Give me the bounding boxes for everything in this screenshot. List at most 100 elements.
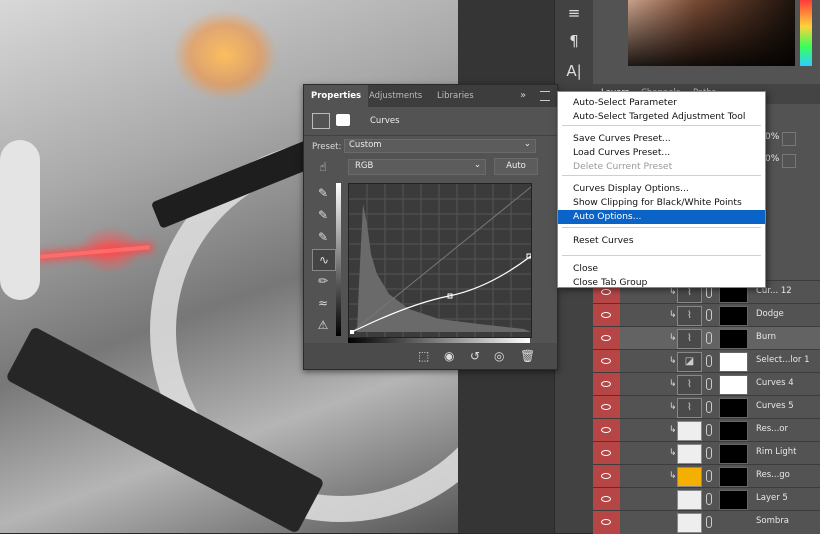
layer-mask-thumbnail[interactable] — [719, 398, 748, 418]
pencil-icon[interactable]: ✏ — [312, 271, 334, 291]
adjustment-thumbnail-icon[interactable]: ⌇ — [677, 306, 702, 326]
menu-item[interactable]: Auto-Select Targeted Adjustment Tool — [558, 110, 765, 124]
eye-icon[interactable] — [593, 327, 620, 350]
link-icon[interactable] — [706, 309, 712, 321]
clip-to-layer-icon[interactable]: ⬚ — [418, 349, 429, 363]
eye-icon[interactable] — [593, 350, 620, 373]
adjustment-thumbnail-icon[interactable]: ⌇ — [677, 375, 702, 395]
opacity-value[interactable]: 0% — [765, 132, 779, 142]
adjustment-thumbnail-icon[interactable]: ⌇ — [677, 398, 702, 418]
eyedropper-gray-icon[interactable]: ✎ — [312, 205, 334, 225]
trash-icon[interactable]: 🗑 — [520, 349, 535, 363]
tab-libraries[interactable]: Libraries — [430, 85, 481, 107]
menu-item[interactable]: Load Curves Preset... — [558, 146, 765, 160]
menu-item[interactable]: Show Clipping for Black/White Points — [558, 196, 765, 210]
eye-icon[interactable] — [593, 373, 620, 396]
fill-dropdown[interactable] — [782, 154, 796, 168]
view-previous-icon[interactable]: ◉ — [444, 349, 454, 363]
layer-row[interactable]: ↳ ⌇ Burn — [593, 326, 820, 350]
eyedropper-black-icon[interactable]: ✎ — [312, 183, 334, 203]
eye-icon[interactable] — [593, 419, 620, 442]
preset-select[interactable]: Custom ⌄ — [344, 139, 536, 153]
layer-mask-thumbnail[interactable] — [719, 421, 748, 441]
layer-mask-thumbnail[interactable] — [719, 490, 748, 510]
paragraph-icon[interactable]: ¶ — [563, 30, 585, 52]
eye-icon[interactable] — [593, 465, 620, 488]
menu-item[interactable]: Save Curves Preset... — [558, 132, 765, 146]
layer-row[interactable]: ↳ ⌇ Curves 5 — [593, 395, 820, 419]
layer-name[interactable]: Res...go — [756, 470, 790, 480]
layer-mask-thumbnail[interactable] — [719, 375, 748, 395]
layer-name[interactable]: Rim Light — [756, 447, 796, 457]
layer-row[interactable]: ↳ ◪ Select...lor 1 — [593, 349, 820, 373]
link-icon[interactable] — [706, 447, 712, 459]
panel-menu-icon[interactable] — [540, 91, 550, 101]
menu-item[interactable]: Reset Curves — [558, 234, 765, 248]
layer-row[interactable]: ↳ Res...go — [593, 464, 820, 488]
curve-point-black[interactable] — [350, 330, 354, 334]
layer-thumbnail[interactable] — [677, 513, 702, 533]
curve-graph[interactable] — [348, 183, 532, 338]
eye-icon[interactable] — [593, 396, 620, 419]
adjustment-thumbnail-icon[interactable]: ◪ — [677, 352, 702, 372]
visibility-icon[interactable]: ◎ — [494, 349, 504, 363]
layer-name[interactable]: Curves 5 — [756, 401, 794, 411]
layer-mask-thumbnail[interactable] — [719, 306, 748, 326]
layer-row[interactable]: Layer 5 — [593, 487, 820, 511]
link-icon[interactable] — [706, 424, 712, 436]
eye-icon[interactable] — [593, 304, 620, 327]
layer-name[interactable]: Select...lor 1 — [756, 355, 810, 365]
link-icon[interactable] — [706, 516, 712, 528]
layer-row[interactable]: ↳ Res...or — [593, 418, 820, 442]
link-icon[interactable] — [706, 470, 712, 482]
layer-thumbnail[interactable] — [677, 490, 702, 510]
layer-thumbnail[interactable] — [677, 421, 702, 441]
curve-edit-points-icon[interactable]: ∿ — [312, 249, 336, 271]
layer-name[interactable]: Curves 4 — [756, 378, 794, 388]
layer-row[interactable]: ↳ ⌇ Curves 4 — [593, 372, 820, 396]
color-picker-field[interactable] — [628, 0, 795, 66]
layer-name[interactable]: Dodge — [756, 309, 784, 319]
link-icon[interactable] — [706, 401, 712, 413]
link-icon[interactable] — [706, 493, 712, 505]
tab-adjustments[interactable]: Adjustments — [362, 85, 429, 107]
link-icon[interactable] — [706, 355, 712, 367]
opacity-dropdown[interactable] — [782, 132, 796, 146]
layer-thumbnail[interactable] — [677, 444, 702, 464]
reset-icon[interactable]: ↺ — [470, 349, 480, 363]
tab-properties[interactable]: Properties — [304, 85, 369, 107]
layer-row[interactable]: Sombra — [593, 510, 820, 534]
menu-item[interactable]: Auto-Select Parameter — [558, 96, 765, 110]
layer-name[interactable]: Layer 5 — [756, 493, 788, 503]
link-icon[interactable] — [706, 378, 712, 390]
auto-button[interactable]: Auto — [494, 158, 538, 175]
menu-item[interactable]: Close — [558, 262, 765, 276]
eyedropper-white-icon[interactable]: ✎ — [312, 227, 334, 247]
eye-icon[interactable] — [593, 442, 620, 465]
menu-item[interactable]: Auto Options... — [558, 210, 765, 224]
hue-slider[interactable] — [800, 0, 812, 66]
menu-item[interactable]: Curves Display Options... — [558, 182, 765, 196]
eye-icon[interactable] — [593, 488, 620, 511]
character-icon[interactable]: A| — [563, 60, 585, 82]
collapse-panel-icon[interactable]: » — [520, 90, 526, 101]
layer-thumbnail[interactable] — [677, 467, 702, 487]
eye-icon[interactable] — [593, 511, 620, 534]
layer-name[interactable]: Res...or — [756, 424, 788, 434]
layer-mask-thumbnail[interactable] — [719, 329, 748, 349]
clipping-warning-icon[interactable]: ⚠ — [312, 315, 334, 335]
layer-row[interactable]: ↳ Rim Light — [593, 441, 820, 465]
link-icon[interactable] — [706, 332, 712, 344]
channel-select[interactable]: RGB ⌄ — [348, 159, 486, 175]
menu-item[interactable]: Close Tab Group — [558, 276, 765, 290]
sliders-icon[interactable]: ≡ — [563, 2, 585, 24]
fill-value[interactable]: 0% — [765, 154, 779, 164]
targeted-adjustment-icon[interactable]: ☝ — [312, 157, 334, 177]
layer-mask-thumbnail[interactable] — [719, 444, 748, 464]
smooth-curve-icon[interactable]: ≈ — [312, 293, 334, 313]
layer-mask-thumbnail[interactable] — [719, 352, 748, 372]
adjustment-thumbnail-icon[interactable]: ⌇ — [677, 329, 702, 349]
layer-mask-thumbnail[interactable] — [719, 467, 748, 487]
mask-icon[interactable] — [336, 114, 350, 126]
layer-name[interactable]: Sombra — [756, 516, 789, 526]
